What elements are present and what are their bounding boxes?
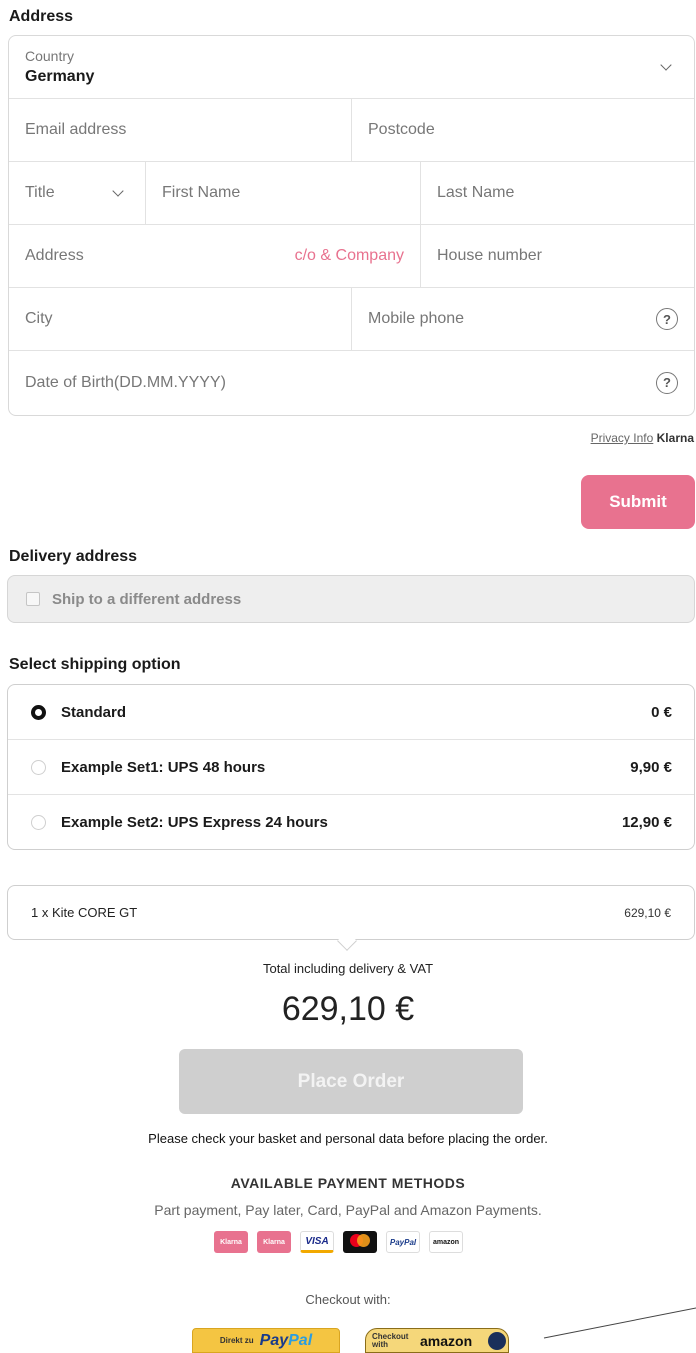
ship-different-address-toggle[interactable]: Ship to a different address bbox=[7, 575, 695, 623]
address-heading: Address bbox=[9, 8, 74, 25]
first-name-field[interactable]: First Name bbox=[146, 162, 421, 224]
paypal-pal-text: Pal bbox=[288, 1331, 313, 1349]
klarna-logo: Klarna bbox=[214, 1231, 248, 1253]
mastercard-logo bbox=[343, 1231, 377, 1253]
radio-unselected[interactable] bbox=[31, 815, 46, 830]
delivery-address-heading: Delivery address bbox=[9, 548, 138, 565]
form-row-city: City Mobile phone ? bbox=[9, 288, 694, 351]
dob-placeholder: Date of Birth(DD.MM.YYYY) bbox=[25, 373, 226, 391]
ship-different-label: Ship to a different address bbox=[52, 590, 242, 608]
radio-unselected[interactable] bbox=[31, 759, 46, 775]
amazon-checkout-button[interactable]: Checkout with amazon bbox=[365, 1328, 509, 1353]
country-value: Germany bbox=[25, 68, 95, 85]
title-select-label: Title bbox=[25, 184, 55, 201]
last-name-field[interactable]: Last Name bbox=[421, 162, 694, 224]
paypal-pay-text: Pay bbox=[259, 1331, 289, 1349]
address-form: Country Germany Email address Postcode T… bbox=[8, 35, 695, 416]
privacy-info: Privacy Info Klarna bbox=[591, 431, 694, 445]
shipping-options: Standard 0 € Example Set1: UPS 48 hours … bbox=[7, 684, 695, 850]
form-row-dob: Date of Birth(DD.MM.YYYY) ? bbox=[9, 351, 694, 414]
form-row-address: Address c/o & Company House number bbox=[9, 225, 694, 288]
postcode-field[interactable]: Postcode bbox=[352, 99, 694, 161]
shipping-option-price: 12,90 € bbox=[621, 814, 672, 831]
title-select[interactable]: Title bbox=[9, 162, 146, 224]
payment-methods-subtitle: Part payment, Pay later, Card, PayPal an… bbox=[154, 1202, 542, 1218]
email-field[interactable]: Email address bbox=[9, 99, 352, 161]
form-row-email: Email address Postcode bbox=[9, 99, 694, 162]
total-value: 629,10 € bbox=[281, 990, 415, 1028]
klarna-logo: Klarna bbox=[257, 1231, 291, 1253]
shipping-option-name: Example Set1: UPS 48 hours bbox=[61, 758, 266, 776]
date-of-birth-field[interactable]: Date of Birth(DD.MM.YYYY) ? bbox=[9, 351, 694, 414]
paypal-checkout-button[interactable]: Direkt zu Pay Pal bbox=[192, 1328, 340, 1353]
shipping-option-name: Standard bbox=[61, 703, 127, 721]
mobile-phone-field[interactable]: Mobile phone ? bbox=[352, 288, 694, 350]
ship-different-checkbox[interactable] bbox=[26, 592, 40, 606]
shipping-heading: Select shipping option bbox=[9, 656, 181, 673]
paypal-prefix: Direkt zu bbox=[219, 1336, 254, 1345]
check-note: Please check your basket and personal da… bbox=[148, 1131, 548, 1146]
country-select[interactable]: Country Germany bbox=[9, 36, 694, 99]
form-row-name: Title First Name Last Name bbox=[9, 162, 694, 225]
amazon-checkout-text: Checkout with bbox=[372, 1331, 409, 1349]
help-icon[interactable]: ? bbox=[656, 308, 678, 330]
chevron-down-icon bbox=[660, 59, 672, 71]
address-field[interactable]: Address c/o & Company bbox=[9, 225, 421, 287]
shipping-option[interactable]: Example Set1: UPS 48 hours 9,90 € bbox=[8, 740, 694, 795]
payment-methods-title: AVAILABLE PAYMENT METHODS bbox=[230, 1175, 466, 1191]
help-icon[interactable]: ? bbox=[656, 371, 678, 394]
shipping-option-price: 9,90 € bbox=[630, 758, 672, 776]
total-label: Total including delivery & VAT bbox=[262, 961, 434, 976]
basket-item: 1 x Kite CORE GT bbox=[31, 905, 138, 920]
privacy-info-link[interactable]: Privacy Info bbox=[591, 431, 654, 445]
payment-logos: Klarna Klarna VISA PayPal amazon bbox=[214, 1231, 463, 1253]
klarna-brand: Klarna bbox=[656, 431, 694, 445]
visa-logo: VISA bbox=[300, 1231, 334, 1253]
country-label: Country bbox=[25, 48, 75, 64]
annotation-line bbox=[543, 1307, 696, 1339]
paypal-logo: PayPal bbox=[386, 1231, 420, 1253]
basket-item-price: 629,10 € bbox=[624, 905, 671, 920]
shipping-option[interactable]: Standard 0 € bbox=[8, 685, 694, 740]
place-order-button[interactable]: Place Order bbox=[179, 1049, 523, 1114]
amazon-logo: amazon bbox=[429, 1231, 463, 1253]
submit-button[interactable]: Submit bbox=[581, 475, 695, 529]
address-placeholder: Address bbox=[25, 247, 84, 264]
shipping-option-name: Example Set2: UPS Express 24 hours bbox=[61, 814, 328, 831]
radio-selected[interactable] bbox=[31, 704, 46, 720]
basket-summary: 1 x Kite CORE GT 629,10 € bbox=[7, 885, 695, 940]
mobile-phone-placeholder: Mobile phone bbox=[368, 310, 465, 327]
chevron-down-icon bbox=[112, 185, 124, 197]
co-company-link[interactable]: c/o & Company bbox=[295, 225, 404, 287]
city-field[interactable]: City bbox=[9, 288, 352, 350]
house-number-field[interactable]: House number bbox=[421, 225, 694, 287]
play-icon bbox=[488, 1332, 506, 1350]
shipping-option[interactable]: Example Set2: UPS Express 24 hours 12,90… bbox=[8, 795, 694, 849]
shipping-option-price: 0 € bbox=[651, 703, 672, 721]
amazon-brand-text: amazon bbox=[420, 1332, 473, 1349]
